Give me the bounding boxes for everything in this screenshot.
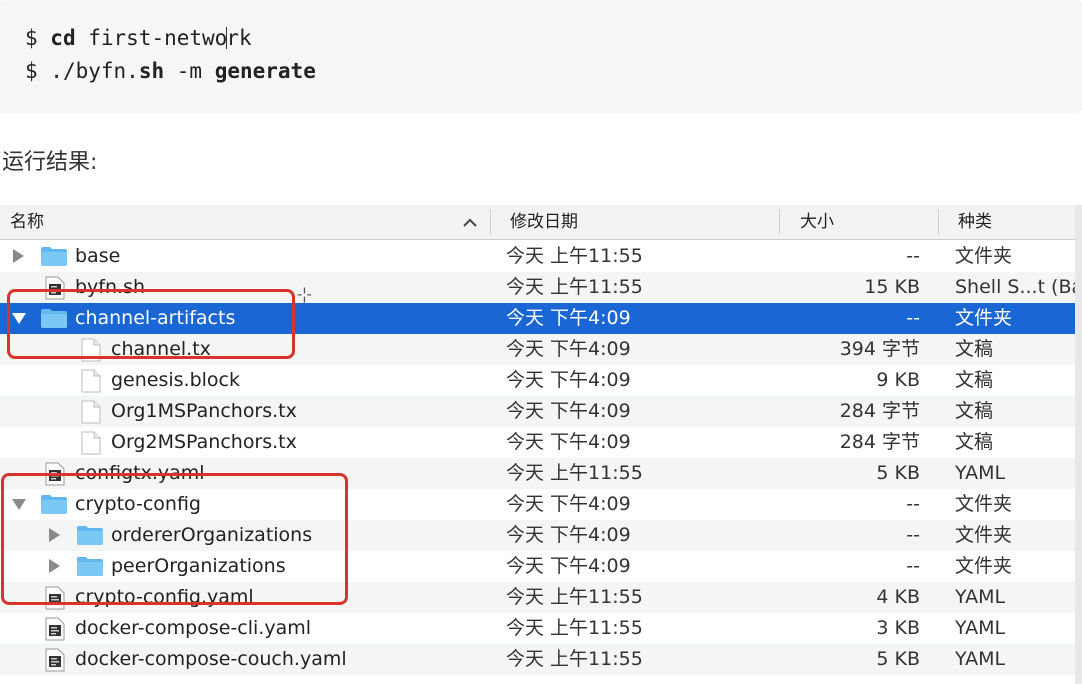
modified-date: 今天 上午11:55 <box>506 617 643 639</box>
column-divider[interactable] <box>779 209 780 235</box>
modified-date: 今天 上午11:55 <box>506 462 643 484</box>
file-size: 5 KB <box>876 462 920 484</box>
modified-date: 今天 上午11:55 <box>506 245 643 267</box>
column-size[interactable]: 大小 <box>800 205 834 239</box>
flag: -m <box>164 59 215 83</box>
column-divider[interactable] <box>938 209 939 235</box>
file-size: 4 KB <box>876 586 920 608</box>
file-kind: 文件夹 <box>955 555 1013 577</box>
file-size: -- <box>906 493 920 515</box>
modified-date: 今天 下午4:09 <box>506 369 631 391</box>
file-kind: 文件夹 <box>955 245 1013 267</box>
document-icon <box>80 431 102 460</box>
file-kind: Shell S...t (Ba <box>955 276 1082 298</box>
modified-date: 今天 下午4:09 <box>506 307 631 329</box>
table-row[interactable]: base 今天 上午11:55 -- 文件夹 <box>0 241 1082 272</box>
modified-date: 今天 下午4:09 <box>506 524 631 546</box>
file-name: docker-compose-cli.yaml <box>75 617 312 639</box>
file-name: docker-compose-couch.yaml <box>75 648 347 670</box>
document-icon <box>80 369 102 398</box>
folder-icon <box>40 245 68 272</box>
file-kind: 文件夹 <box>955 493 1013 515</box>
modified-date: 今天 上午11:55 <box>506 648 643 670</box>
finder-list-view: 名称 修改日期 大小 种类 base 今天 上午11:55 -- 文件夹 byfn.sh… <box>0 205 1082 684</box>
script-path: ./byfn. <box>50 59 139 83</box>
file-kind: YAML <box>955 617 1006 639</box>
file-name: Org2MSPanchors.tx <box>111 431 297 453</box>
argument: first-netwo <box>75 26 228 50</box>
file-kind: 文件夹 <box>955 307 1013 329</box>
result-label: 运行结果: <box>2 150 98 175</box>
table-row[interactable]: Org1MSPanchors.tx 今天 下午4:09 284 字节 文稿 <box>0 396 1082 427</box>
file-size: 3 KB <box>876 617 920 639</box>
prompt: $ <box>25 59 51 83</box>
document-icon <box>80 400 102 429</box>
table-row[interactable]: docker-compose-couch.yaml 今天 上午11:55 5 KB Y… <box>0 644 1082 675</box>
file-kind: YAML <box>955 462 1006 484</box>
table-row[interactable]: docker-compose-cli.yaml 今天 上午11:55 3 KB YAM… <box>0 613 1082 644</box>
modified-date: 今天 下午4:09 <box>506 555 631 577</box>
code-line-2: $ ./byfn.sh -m generate <box>25 59 316 83</box>
file-kind: 文稿 <box>955 338 994 360</box>
annotation-box-crypto-config <box>1 473 348 605</box>
script-ext: sh <box>138 59 165 83</box>
file-kind: YAML <box>955 586 1006 608</box>
command: cd <box>50 26 76 50</box>
modified-date: 今天 下午4:09 <box>506 493 631 515</box>
file-kind: 文稿 <box>955 400 994 422</box>
script-file-icon <box>44 617 66 646</box>
file-size: -- <box>906 307 920 329</box>
modified-date: 今天 下午4:09 <box>506 431 631 453</box>
sort-ascending-icon[interactable] <box>463 218 477 227</box>
table-row[interactable]: genesis.block 今天 下午4:09 9 KB 文稿 <box>0 365 1082 396</box>
column-date[interactable]: 修改日期 <box>510 205 578 239</box>
window-edge <box>1075 205 1082 684</box>
file-size: 394 字节 <box>839 338 920 360</box>
file-size: 5 KB <box>876 648 920 670</box>
column-kind[interactable]: 种类 <box>958 205 992 239</box>
crosshair-cursor-icon: -¦- <box>297 286 312 303</box>
file-kind: YAML <box>955 648 1006 670</box>
file-size: 284 字节 <box>839 431 920 453</box>
annotation-box-channel-artifacts <box>7 289 295 359</box>
file-name: base <box>75 245 121 267</box>
code-line-1: $ cd first-network <box>25 26 252 50</box>
file-name: Org1MSPanchors.tx <box>111 400 297 422</box>
table-row[interactable]: Org2MSPanchors.tx 今天 下午4:09 284 字节 文稿 <box>0 427 1082 458</box>
file-size: 284 字节 <box>839 400 920 422</box>
column-header: 名称 修改日期 大小 种类 <box>0 205 1082 240</box>
modified-date: 今天 上午11:55 <box>506 586 643 608</box>
file-kind: 文稿 <box>955 431 994 453</box>
file-name: genesis.block <box>111 369 241 391</box>
file-kind: 文稿 <box>955 369 994 391</box>
file-size: 15 KB <box>864 276 920 298</box>
argument: generate <box>214 59 316 83</box>
argument-tail: rk <box>226 26 252 50</box>
modified-date: 今天 下午4:09 <box>506 400 631 422</box>
disclosure-right-icon[interactable] <box>13 249 24 263</box>
file-size: -- <box>906 555 920 577</box>
file-size: -- <box>906 524 920 546</box>
script-file-icon <box>44 648 66 677</box>
modified-date: 今天 下午4:09 <box>506 338 631 360</box>
modified-date: 今天 上午11:55 <box>506 276 643 298</box>
file-size: 9 KB <box>876 369 920 391</box>
code-block: $ cd first-network $ ./byfn.sh -m genera… <box>0 0 1082 113</box>
file-kind: 文件夹 <box>955 524 1013 546</box>
column-name[interactable]: 名称 <box>10 205 44 239</box>
prompt: $ <box>25 26 51 50</box>
file-size: -- <box>906 245 920 267</box>
column-divider[interactable] <box>490 209 491 235</box>
